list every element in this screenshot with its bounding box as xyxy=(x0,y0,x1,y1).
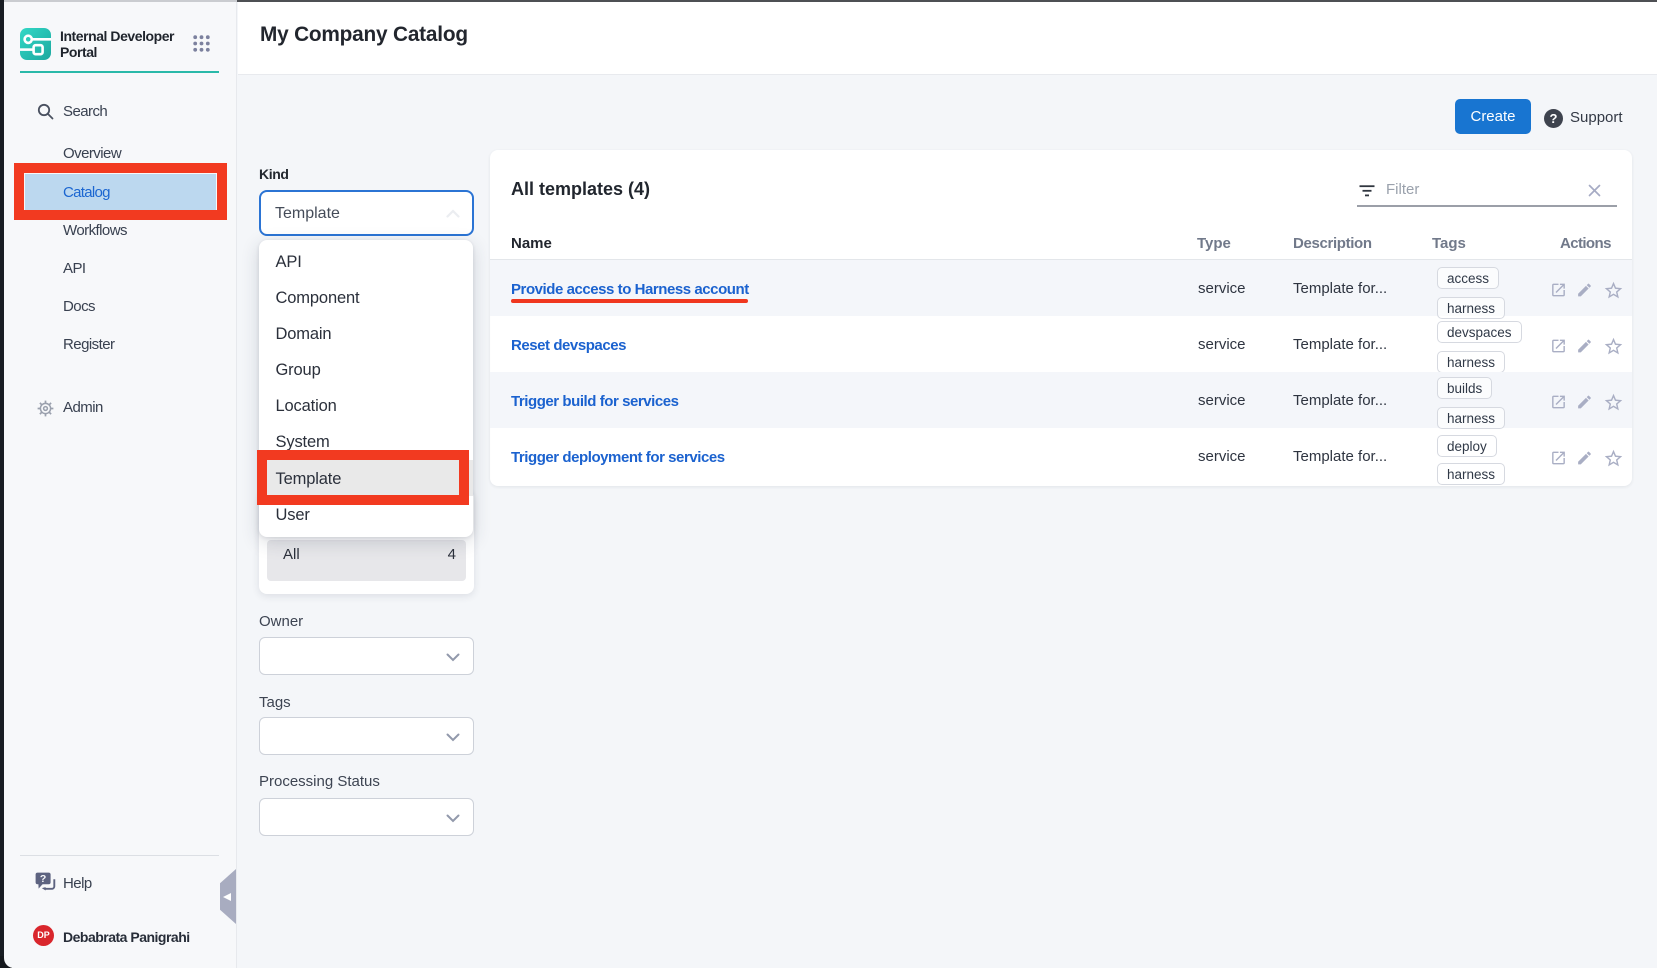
svg-text:?: ? xyxy=(40,873,46,885)
